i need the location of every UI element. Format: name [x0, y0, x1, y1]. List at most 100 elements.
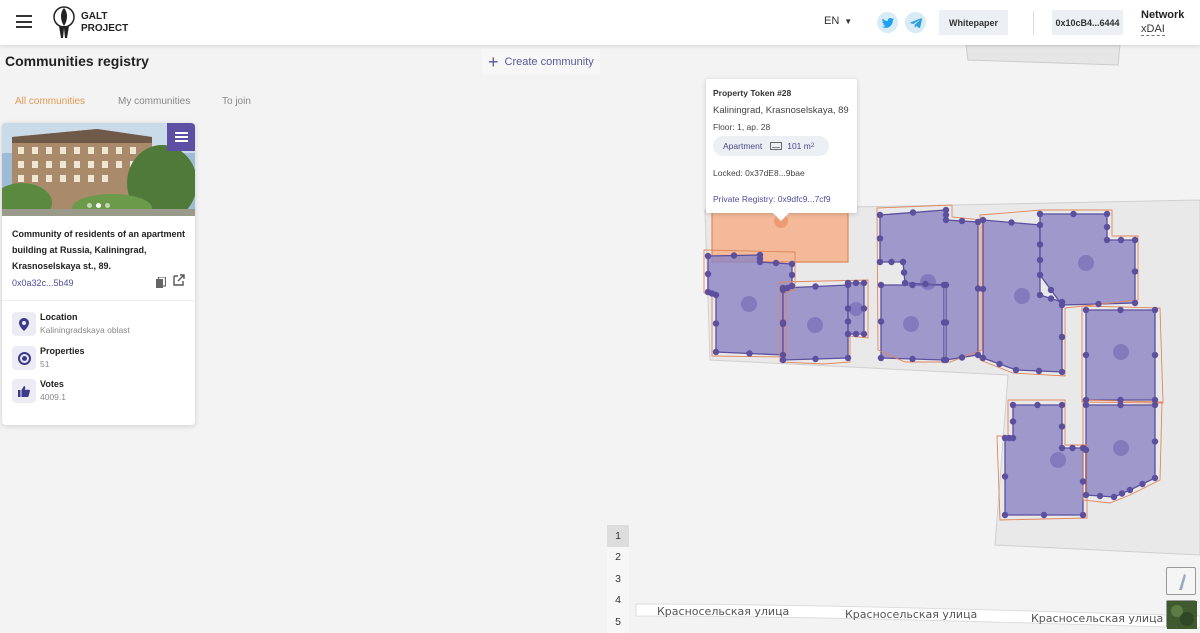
hamburger-menu-icon[interactable]	[16, 15, 32, 28]
map-vertex-marker[interactable]	[979, 354, 987, 362]
map-vertex-marker[interactable]	[909, 209, 917, 216]
map-vertex-marker[interactable]	[1079, 478, 1087, 485]
map-vertex-marker[interactable]	[788, 271, 796, 279]
map-vertex-marker[interactable]	[812, 355, 819, 363]
map-vertex-marker[interactable]	[901, 279, 909, 287]
map-vertex-marker[interactable]	[909, 355, 916, 363]
map-vertex-marker[interactable]	[779, 320, 787, 328]
map-vertex-marker[interactable]	[1047, 286, 1055, 294]
map-vertex-marker[interactable]	[900, 269, 908, 276]
map-vertex-marker[interactable]	[996, 360, 1003, 368]
carousel-dot-active[interactable]	[96, 203, 101, 208]
map-vertex-marker[interactable]	[942, 216, 950, 224]
map-vertex-marker[interactable]	[788, 260, 796, 268]
map-vertex-marker[interactable]	[712, 348, 720, 356]
map-vertex-marker[interactable]	[860, 330, 868, 338]
map-vertex-marker[interactable]	[940, 356, 948, 364]
external-link-icon[interactable]	[173, 274, 185, 286]
carousel-dot[interactable]	[105, 203, 110, 208]
map-vertex-marker[interactable]	[1009, 401, 1017, 409]
map-vertex-marker[interactable]	[1058, 401, 1066, 409]
language-select[interactable]: EN ▼	[824, 15, 852, 27]
map-vertex-marker[interactable]	[779, 284, 787, 292]
map-vertex-marker[interactable]	[1058, 301, 1066, 309]
map-vertex-marker[interactable]	[860, 305, 868, 312]
map-vertex-marker[interactable]	[1047, 295, 1055, 302]
map-vertex-marker[interactable]	[1079, 511, 1087, 519]
private-registry-link[interactable]: Private Registry: 0x9dfc9...7cf9	[713, 194, 831, 204]
copy-icon[interactable]	[156, 277, 166, 288]
map-vertex-marker[interactable]	[1082, 491, 1090, 499]
map-vertex-marker[interactable]	[1131, 299, 1139, 307]
map-vertex-marker[interactable]	[1058, 423, 1066, 430]
map-vertex-marker[interactable]	[1036, 256, 1044, 264]
map-vertex-marker[interactable]	[756, 258, 764, 266]
map-vertex-marker[interactable]	[1082, 401, 1090, 409]
telegram-button[interactable]	[905, 12, 926, 33]
map-vertex-marker[interactable]	[1036, 210, 1044, 218]
map-vertex-marker[interactable]	[877, 318, 885, 325]
map-vertex-marker[interactable]	[860, 279, 868, 287]
map-vertex-marker[interactable]	[1103, 210, 1111, 218]
map-vertex-marker[interactable]	[1151, 401, 1159, 409]
map-vertex-marker[interactable]	[1139, 480, 1146, 488]
map-vertex-marker[interactable]	[1151, 438, 1159, 445]
page-button-2[interactable]: 2	[607, 546, 629, 568]
map-vertex-marker[interactable]	[704, 288, 712, 296]
logo-text[interactable]: GALT PROJECT	[81, 11, 128, 35]
map-vertex-marker[interactable]	[1036, 291, 1044, 299]
map-vertex-marker[interactable]	[1103, 223, 1111, 231]
map-layer-toggle-button[interactable]	[1166, 567, 1196, 595]
map-vertex-marker[interactable]	[1009, 418, 1017, 425]
whitepaper-button[interactable]: Whitepaper	[939, 10, 1008, 35]
map-vertex-marker[interactable]	[1036, 241, 1044, 248]
map-vertex-marker[interactable]	[704, 252, 712, 260]
tab-to-join[interactable]: To join	[222, 96, 251, 107]
map-vertex-marker[interactable]	[1126, 486, 1134, 494]
map-vertex-marker[interactable]	[940, 281, 948, 289]
map-vertex-marker[interactable]	[1151, 351, 1159, 359]
map-vertex-marker[interactable]	[1035, 367, 1043, 375]
map-vertex-marker[interactable]	[1012, 366, 1020, 374]
map-vertex-marker[interactable]	[1096, 492, 1104, 500]
map-vertex-marker[interactable]	[922, 280, 929, 288]
map-vertex-marker[interactable]	[844, 279, 852, 287]
page-button-1[interactable]: 1	[607, 525, 629, 547]
page-button-5[interactable]: 5	[607, 611, 629, 633]
map-vertex-marker[interactable]	[1082, 306, 1090, 314]
map-vertex-marker[interactable]	[1034, 401, 1041, 409]
map-vertex-marker[interactable]	[888, 258, 895, 266]
map-vertex-marker[interactable]	[704, 270, 712, 278]
community-card[interactable]: Community of residents of an apartment b…	[2, 123, 195, 425]
map-vertex-marker[interactable]	[876, 235, 884, 242]
map-vertex-marker[interactable]	[1103, 236, 1111, 244]
map-vertex-marker[interactable]	[958, 354, 966, 361]
map-vertex-marker[interactable]	[844, 305, 852, 312]
page-button-4[interactable]: 4	[607, 589, 629, 611]
map-vertex-marker[interactable]	[1040, 511, 1048, 519]
map-vertex-marker[interactable]	[772, 259, 780, 267]
map-vertex-marker[interactable]	[1118, 490, 1126, 497]
map-vertex-marker[interactable]	[779, 356, 787, 364]
map-vertex-marker[interactable]	[1117, 401, 1124, 409]
map-vertex-marker[interactable]	[877, 281, 885, 289]
map-vertex-marker[interactable]	[852, 279, 860, 287]
tab-all-communities[interactable]: All communities	[15, 96, 85, 107]
map-vertex-marker[interactable]	[746, 350, 753, 357]
map-vertex-marker[interactable]	[844, 330, 852, 338]
map-vertex-marker[interactable]	[876, 211, 884, 219]
map-vertex-marker[interactable]	[1082, 446, 1090, 454]
map-vertex-marker[interactable]	[1058, 333, 1066, 341]
map-vertex-marker[interactable]	[1008, 219, 1015, 226]
map-vertex-marker[interactable]	[940, 319, 948, 326]
map-vertex-marker[interactable]	[1036, 271, 1044, 279]
community-address-link[interactable]: 0x0a32c...5b49	[12, 278, 74, 288]
carousel-dot[interactable]	[87, 203, 92, 208]
map-vertex-marker[interactable]	[1058, 368, 1066, 376]
map-vertex-marker[interactable]	[1001, 473, 1009, 480]
map-vertex-marker[interactable]	[852, 330, 860, 338]
page-button-3[interactable]: 3	[607, 568, 629, 590]
map-vertex-marker[interactable]	[876, 258, 884, 266]
map-vertex-marker[interactable]	[1151, 474, 1159, 482]
map-vertex-marker[interactable]	[844, 354, 852, 362]
